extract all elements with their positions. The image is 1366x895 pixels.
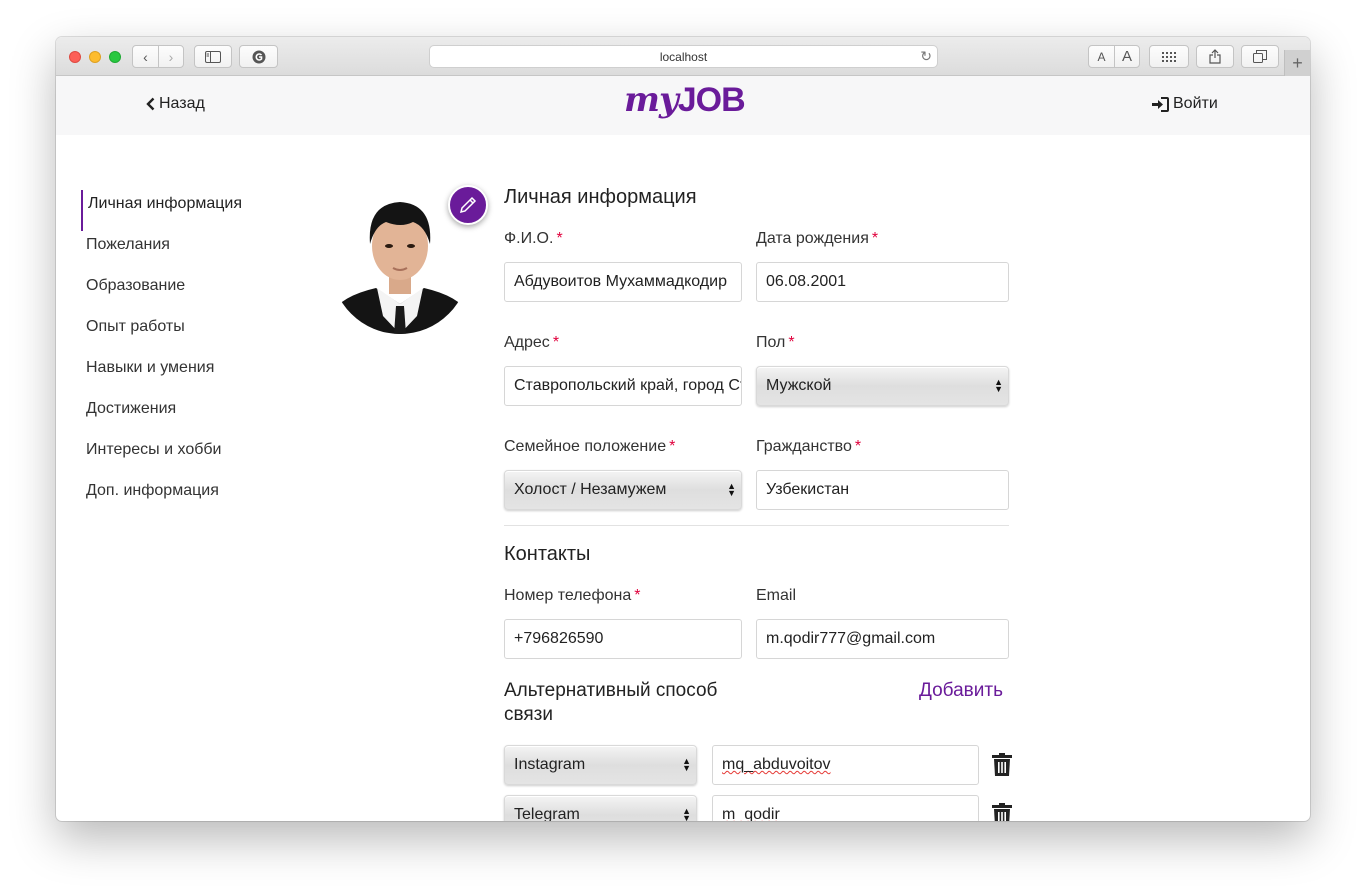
alt-contact-type-selected: Instagram (514, 756, 586, 773)
alt-contact-type-selected: Telegram (514, 806, 580, 821)
select-arrows-icon: ▲ ▼ (727, 481, 736, 498)
chevron-left-icon (146, 97, 155, 111)
site-logo[interactable]: myJOB (624, 80, 746, 120)
trash-icon[interactable] (992, 753, 1014, 777)
address-label: Адрес * (504, 334, 560, 351)
url-text: localhost (659, 49, 708, 64)
sidebar-toggle-icon[interactable] (194, 45, 232, 68)
sidebar-item-wishes[interactable]: Пожелания (81, 231, 242, 272)
contacts-heading: Контакты (504, 543, 591, 565)
site-header: Назад myJOB Войти (56, 76, 1310, 135)
marital-status-selected: Холост / Незамужем (514, 481, 667, 498)
back-arrow-icon[interactable]: ‹ (133, 46, 158, 67)
birth-date-label: Дата рождения * (756, 230, 879, 247)
apps-grid-icon[interactable] (1149, 45, 1189, 68)
logo-my: my (624, 80, 679, 120)
minimize-window-button[interactable] (89, 51, 101, 63)
gender-selected: Мужской (766, 377, 832, 394)
sidebar-item-personal-info[interactable]: Личная информация (81, 190, 242, 231)
zoom-window-button[interactable] (109, 51, 121, 63)
edit-photo-button[interactable] (448, 185, 488, 225)
citizenship-field[interactable]: Узбекистан (756, 470, 1009, 510)
text-size-controls: A A (1088, 45, 1140, 68)
text-larger-icon[interactable]: A (1114, 46, 1139, 67)
personal-info-heading: Личная информация (504, 186, 697, 208)
sidebar-item-skills[interactable]: Навыки и умения (81, 354, 242, 395)
alt-contact-type-select[interactable]: Instagram ▲ ▼ (504, 745, 697, 785)
new-tab-icon[interactable]: + (1284, 50, 1310, 76)
alt-contact-value-field[interactable]: mq_abduvoitov (712, 745, 979, 785)
sign-in-icon (1152, 96, 1169, 112)
gender-select[interactable]: Мужской ▲ ▼ (756, 366, 1009, 406)
address-field[interactable]: Ставропольский край, город Ставрополь (504, 366, 742, 406)
select-arrows-icon: ▲ ▼ (994, 377, 1003, 394)
pencil-icon (459, 196, 477, 214)
trash-icon[interactable] (992, 803, 1014, 821)
share-icon[interactable] (1196, 45, 1234, 68)
text-smaller-icon[interactable]: A (1089, 46, 1114, 67)
login-link[interactable]: Войти (1152, 95, 1218, 113)
gender-label: Пол * (756, 334, 795, 351)
close-window-button[interactable] (69, 51, 81, 63)
phone-label: Номер телефона * (504, 587, 641, 604)
browser-window: ‹ › localhost ↻ A A + Назад myJOB Войти … (56, 37, 1310, 821)
marital-status-select[interactable]: Холост / Незамужем ▲ ▼ (504, 470, 742, 510)
sidebar-item-experience[interactable]: Опыт работы (81, 313, 242, 354)
alt-contact-value-field[interactable]: m_qodir (712, 795, 979, 821)
back-link[interactable]: Назад (146, 95, 205, 113)
marital-status-label: Семейное положение * (504, 438, 676, 455)
sidebar-item-additional-info[interactable]: Доп. информация (81, 477, 242, 518)
login-label: Войти (1173, 95, 1218, 112)
select-arrows-icon: ▲ ▼ (682, 806, 691, 822)
sidebar-nav: Личная информация Пожелания Образование … (81, 190, 242, 518)
alt-contact-type-select[interactable]: Telegram ▲ ▼ (504, 795, 697, 821)
reload-icon[interactable]: ↻ (920, 48, 932, 65)
fio-label: Ф.И.О. * (504, 230, 563, 247)
email-label: Email (756, 587, 797, 604)
logo-job: JOB (677, 81, 746, 119)
sidebar-item-education[interactable]: Образование (81, 272, 242, 313)
select-arrows-icon: ▲ ▼ (682, 756, 691, 773)
browser-titlebar: ‹ › localhost ↻ A A + (56, 37, 1310, 76)
sidebar-item-hobbies[interactable]: Интересы и хобби (81, 436, 242, 477)
citizenship-label: Гражданство * (756, 438, 862, 455)
address-bar[interactable]: localhost ↻ (429, 45, 938, 68)
extension-icon[interactable] (239, 45, 278, 68)
tabs-overview-icon[interactable] (1241, 45, 1279, 68)
alt-contact-heading: Альтернативный способ связи (504, 680, 718, 725)
section-divider (504, 525, 1009, 526)
sidebar-item-achievements[interactable]: Достижения (81, 395, 242, 436)
back-label: Назад (159, 95, 205, 112)
add-alt-contact-link[interactable]: Добавить (919, 680, 1003, 702)
history-nav: ‹ › (132, 45, 184, 68)
phone-field[interactable]: +796826590 (504, 619, 742, 659)
email-field[interactable]: m.qodir777@gmail.com (756, 619, 1009, 659)
fio-field[interactable]: Абдувоитов Мухаммадкодир (504, 262, 742, 302)
birth-date-field[interactable]: 06.08.2001 (756, 262, 1009, 302)
forward-arrow-icon[interactable]: › (158, 46, 183, 67)
